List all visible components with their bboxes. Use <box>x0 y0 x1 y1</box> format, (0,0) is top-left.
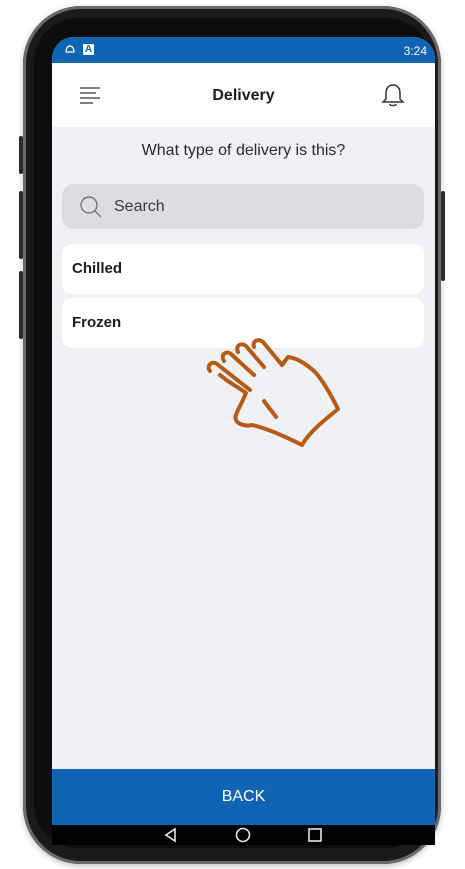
home-circle-icon[interactable] <box>235 827 251 843</box>
phone-side-button <box>19 271 23 339</box>
keyboard-icon: A <box>83 44 94 55</box>
delivery-question: What type of delivery is this? <box>141 142 346 159</box>
app-bar: Delivery <box>52 63 435 127</box>
search-input[interactable] <box>112 194 416 220</box>
phone-side-button <box>19 191 23 259</box>
option-label: Frozen <box>72 314 122 331</box>
app-screen: A 3:24 Delivery What type of delivery is… <box>52 37 435 845</box>
status-time: 3:24 <box>403 44 427 58</box>
notification-icon <box>64 44 75 55</box>
recents-square-icon[interactable] <box>307 827 323 843</box>
search-icon <box>79 195 103 219</box>
back-button[interactable]: BACK <box>52 769 435 825</box>
option-chilled[interactable]: Chilled <box>62 244 424 294</box>
back-triangle-icon[interactable] <box>163 827 179 843</box>
bell-icon[interactable] <box>379 81 407 109</box>
status-bar: A 3:24 <box>52 37 435 63</box>
page-title: Delivery <box>212 87 275 104</box>
option-label: Chilled <box>72 260 123 277</box>
phone-side-button <box>19 136 23 174</box>
android-nav-bar <box>52 825 435 845</box>
phone-side-button <box>441 191 445 281</box>
pointing-hand-icon <box>202 335 342 455</box>
search-bar[interactable] <box>62 184 424 229</box>
